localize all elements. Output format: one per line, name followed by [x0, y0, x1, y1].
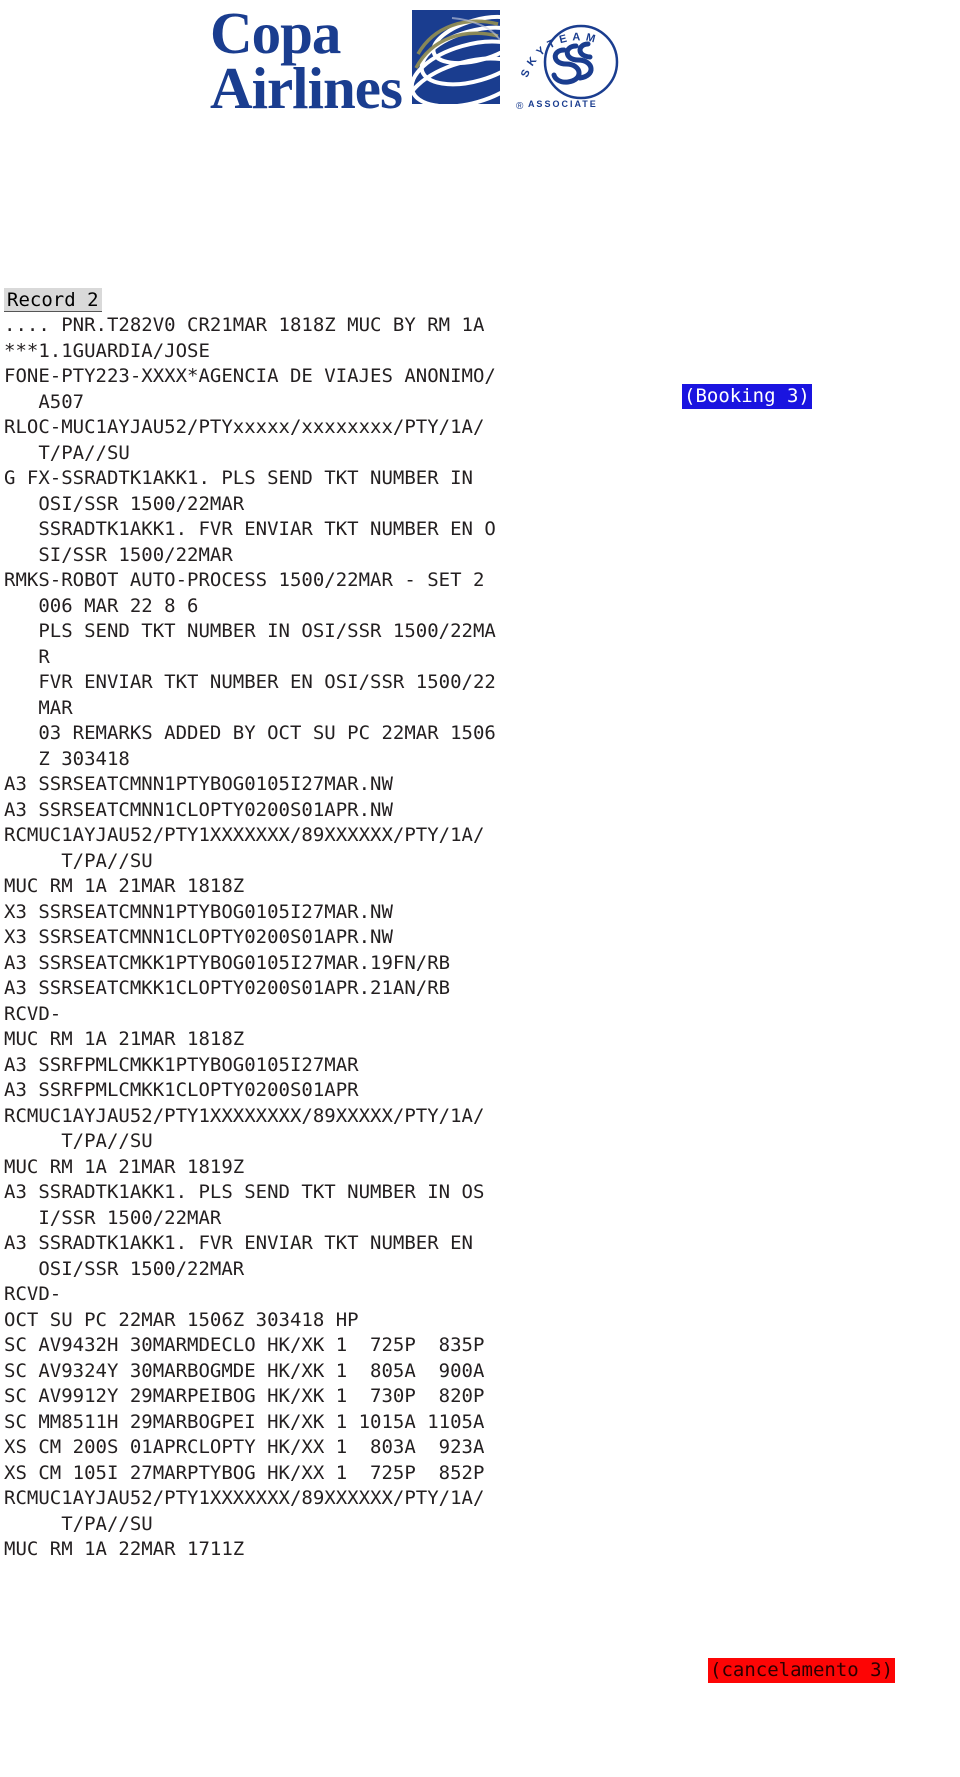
- pnr-line: RCVD-: [4, 1283, 62, 1305]
- skyteam-associate-label: ASSOCIATE: [527, 99, 598, 109]
- copa-wordmark-line2: Airlines: [210, 54, 403, 121]
- pnr-line: A3 SSRADTK1AKK1. PLS SEND TKT NUMBER IN …: [4, 1181, 485, 1203]
- pnr-line: I/SSR 1500/22MAR: [4, 1206, 222, 1229]
- pnr-line: RCMUC1AYJAU52/PTY1XXXXXXX/89XXXXXX/PTY/1…: [4, 824, 485, 846]
- pnr-line: R: [4, 645, 50, 668]
- pnr-line: 006 MAR 22 8 6: [4, 594, 199, 617]
- pnr-line: SC MM8511H 29MARBOGPEI HK/XK 1 1015A 110…: [4, 1410, 485, 1433]
- pnr-line: SC AV9324Y 30MARBOGMDE HK/XK 1 805A 900A: [4, 1359, 485, 1382]
- pnr-line: ***1.1GUARDIA/JOSE: [4, 339, 210, 362]
- pnr-line: .... PNR.T282V0 CR21MAR 1818Z MUC BY RM …: [4, 314, 485, 336]
- pnr-line: OSI/SSR 1500/22MAR: [4, 492, 245, 515]
- pnr-line: G FX-SSRADTK1AKK1. PLS SEND TKT NUMBER I…: [4, 467, 473, 489]
- pnr-line: X3 SSRSEATCMNN1PTYBOG0105I27MAR.NW: [4, 900, 393, 923]
- pnr-line: FONE-PTY223-XXXX*AGENCIA DE VIAJES ANONI…: [4, 365, 496, 387]
- pnr-line: T/PA//SU: [4, 441, 130, 464]
- record-title-row: Record 2: [0, 288, 960, 313]
- pnr-line: RCMUC1AYJAU52/PTY1XXXXXXXX/89XXXXX/PTY/1…: [4, 1104, 485, 1127]
- pnr-record-body: Record 2 .... PNR.T282V0 CR21MAR 1818Z M…: [0, 288, 960, 1563]
- copa-wordmark-line1: Copa: [210, 0, 341, 66]
- pnr-line: PLS SEND TKT NUMBER IN OSI/SSR 1500/22MA: [4, 620, 496, 642]
- pnr-line: T/PA//SU: [4, 1512, 153, 1535]
- pnr-line: XS CM 200S 01APRCLOPTY HK/XX 1 803A 923A: [4, 1436, 485, 1458]
- copa-globe-icon: [411, 10, 500, 104]
- pnr-line: MUC RM 1A 21MAR 1818Z: [4, 875, 245, 897]
- pnr-line: A3 SSRSEATCMNN1CLOPTY0200S01APR.NW: [4, 798, 393, 821]
- pnr-line: MUC RM 1A 22MAR 1711Z: [4, 1538, 245, 1560]
- svg-text:®: ®: [516, 101, 524, 112]
- pnr-line: A3 SSRADTK1AKK1. FVR ENVIAR TKT NUMBER E…: [4, 1232, 473, 1254]
- pnr-line: MAR: [4, 696, 73, 719]
- copa-airlines-logo: Copa Airlines SKYTEAM ® ASSOCIATE: [210, 0, 649, 121]
- pnr-line: RMKS-ROBOT AUTO-PROCESS 1500/22MAR - SET…: [4, 569, 485, 591]
- pnr-line: FVR ENVIAR TKT NUMBER EN OSI/SSR 1500/22: [4, 671, 496, 693]
- pnr-line: A3 SSRSEATCMNN1PTYBOG0105I27MAR.NW: [4, 773, 393, 795]
- pnr-line: T/PA//SU: [4, 1130, 153, 1152]
- pnr-line: SC AV9912Y 29MARPEIBOG HK/XK 1 730P 820P: [4, 1385, 485, 1407]
- pnr-line: A3 SSRFPMLCMKK1PTYBOG0105I27MAR: [4, 1053, 359, 1076]
- pnr-line: MUC RM 1A 21MAR 1819Z: [4, 1155, 245, 1178]
- pnr-line: 03 REMARKS ADDED BY OCT SU PC 22MAR 1506: [4, 722, 496, 744]
- pnr-line: RCMUC1AYJAU52/PTY1XXXXXXX/89XXXXXX/PTY/1…: [4, 1487, 485, 1509]
- pnr-line: OSI/SSR 1500/22MAR: [4, 1257, 245, 1280]
- cancellation-annotation-badge: (cancelamento 3): [708, 1658, 896, 1683]
- booking-annotation-badge: (Booking 3): [682, 384, 812, 409]
- pnr-line: A507: [4, 390, 85, 413]
- pnr-line: RCVD-: [4, 1002, 62, 1025]
- brand-header: Copa Airlines SKYTEAM ® ASSOCIATE: [0, 0, 960, 130]
- pnr-line: X3 SSRSEATCMNN1CLOPTY0200S01APR.NW: [4, 926, 393, 948]
- skyteam-alliance-logo: SKYTEAM ® ASSOCIATE: [514, 6, 649, 116]
- pnr-line: SC AV9432H 30MARMDECLO HK/XK 1 725P 835P: [4, 1334, 485, 1356]
- pnr-line: RLOC-MUC1AYJAU52/PTYxxxxx/xxxxxxxx/PTY/1…: [4, 416, 485, 438]
- pnr-line: A3 SSRSEATCMKK1CLOPTY0200S01APR.21AN/RB: [4, 977, 451, 999]
- pnr-line: T/PA//SU: [4, 849, 153, 872]
- pnr-line: OCT SU PC 22MAR 1506Z 303418 HP: [4, 1308, 359, 1331]
- pnr-line: A3 SSRFPMLCMKK1CLOPTY0200S01APR: [4, 1079, 359, 1101]
- pnr-line-list: .... PNR.T282V0 CR21MAR 1818Z MUC BY RM …: [0, 313, 960, 1563]
- pnr-line: A3 SSRSEATCMKK1PTYBOG0105I27MAR.19FN/RB: [4, 951, 451, 974]
- pnr-line: Z 303418: [4, 747, 130, 770]
- copa-wordmark: Copa Airlines: [210, 0, 403, 121]
- pnr-line: SSRADTK1AKK1. FVR ENVIAR TKT NUMBER EN O: [4, 518, 496, 540]
- pnr-line: SI/SSR 1500/22MAR: [4, 543, 233, 566]
- record-title: Record 2: [4, 288, 102, 312]
- pnr-line: XS CM 105I 27MARPTYBOG HK/XX 1 725P 852P: [4, 1461, 485, 1484]
- pnr-line: MUC RM 1A 21MAR 1818Z: [4, 1028, 245, 1050]
